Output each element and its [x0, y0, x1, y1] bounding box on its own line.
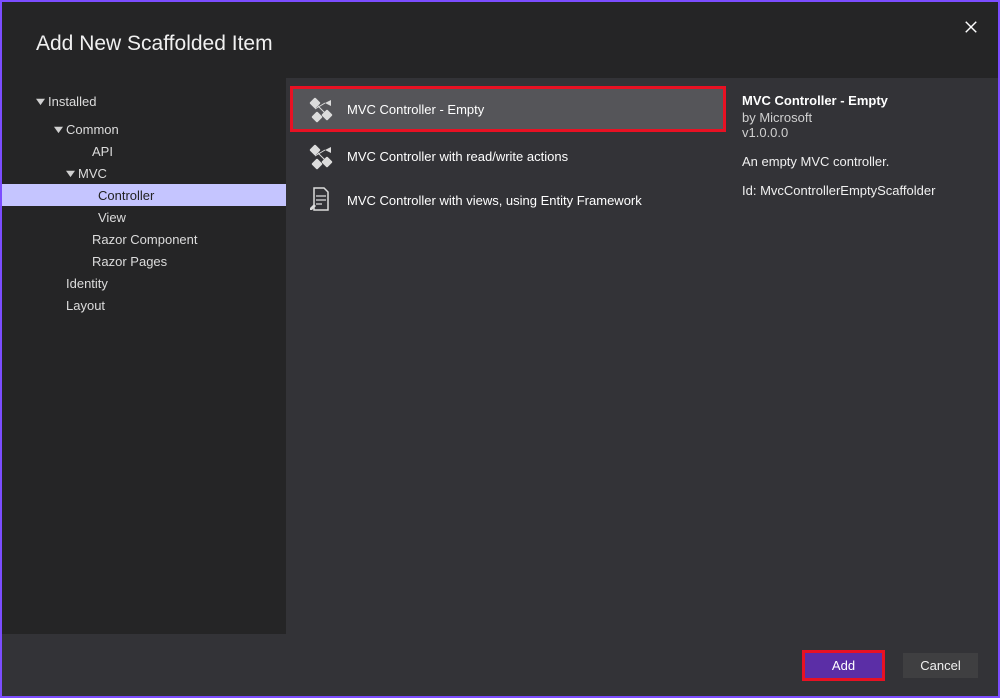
template-item-mvc-empty[interactable]: MVC Controller - Empty	[290, 86, 726, 132]
dialog-title: Add New Scaffolded Item	[2, 2, 998, 78]
detail-id: Id: MvcControllerEmptyScaffolder	[742, 183, 982, 198]
template-label: MVC Controller - Empty	[347, 102, 484, 117]
template-item-mvc-ef[interactable]: MVC Controller with views, using Entity …	[293, 180, 726, 220]
tree-node-layout[interactable]: Layout	[2, 294, 286, 316]
tree-label: Identity	[66, 276, 108, 291]
tree-label: MVC	[78, 166, 107, 181]
template-list-panel: MVC Controller - Empty	[286, 78, 732, 634]
tree-node-api[interactable]: API	[2, 140, 286, 162]
tree-node-identity[interactable]: Identity	[2, 272, 286, 294]
tree-label: API	[92, 144, 113, 159]
tree-label: Layout	[66, 298, 105, 313]
caret-down-icon	[64, 169, 76, 178]
detail-description: An empty MVC controller.	[742, 154, 982, 169]
caret-down-icon	[34, 97, 46, 106]
cancel-button[interactable]: Cancel	[903, 653, 978, 678]
tree-node-controller[interactable]: Controller	[2, 184, 286, 206]
tree-label: Razor Pages	[92, 254, 167, 269]
detail-id-value: MvcControllerEmptyScaffolder	[760, 183, 935, 198]
controller-icon	[307, 142, 335, 170]
tree-node-razor-component[interactable]: Razor Component	[2, 228, 286, 250]
caret-down-icon	[52, 125, 64, 134]
detail-version: v1.0.0.0	[742, 125, 982, 140]
close-icon	[964, 20, 978, 34]
detail-author: by Microsoft	[742, 110, 982, 125]
tree-node-installed[interactable]: Installed	[2, 90, 286, 112]
content-area: Installed Common API MVC Controller	[2, 78, 998, 634]
add-button[interactable]: Add	[802, 650, 885, 681]
tree-node-common[interactable]: Common	[2, 118, 286, 140]
tree-node-view[interactable]: View	[2, 206, 286, 228]
dialog-footer: Add Cancel	[2, 634, 998, 696]
close-button[interactable]	[964, 20, 980, 36]
tree-node-mvc[interactable]: MVC	[2, 162, 286, 184]
template-list: MVC Controller - Empty	[286, 78, 732, 224]
template-label: MVC Controller with views, using Entity …	[347, 193, 642, 208]
dialog-window: Add New Scaffolded Item Installed Common…	[0, 0, 1000, 698]
detail-title: MVC Controller - Empty	[742, 93, 982, 108]
tree-label: Razor Component	[92, 232, 198, 247]
tree-label: Installed	[48, 94, 96, 109]
template-item-mvc-readwrite[interactable]: MVC Controller with read/write actions	[293, 136, 726, 176]
detail-id-label: Id:	[742, 183, 756, 198]
tree-node-razor-pages[interactable]: Razor Pages	[2, 250, 286, 272]
details-panel: MVC Controller - Empty by Microsoft v1.0…	[732, 78, 998, 634]
controller-icon	[307, 95, 335, 123]
template-label: MVC Controller with read/write actions	[347, 149, 568, 164]
tree-label: View	[98, 210, 126, 225]
category-tree: Installed Common API MVC Controller	[2, 78, 286, 634]
file-icon	[307, 186, 335, 214]
tree-label: Controller	[98, 188, 154, 203]
tree-label: Common	[66, 122, 119, 137]
